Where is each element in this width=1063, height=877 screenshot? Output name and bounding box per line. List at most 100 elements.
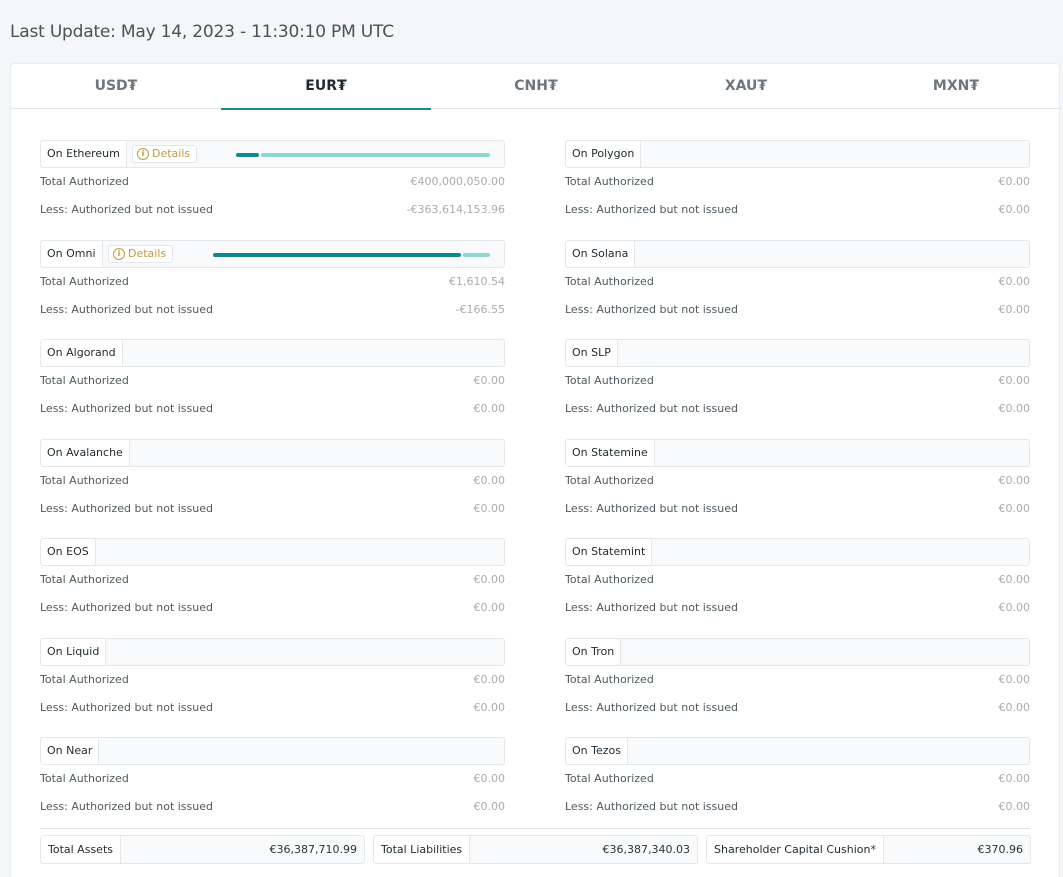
chain-header: On Tezos — [565, 737, 1030, 765]
row-value: €0.00 — [473, 473, 506, 487]
not-issued-row: Less: Authorized but not issued -€166.55 — [40, 302, 505, 318]
row-label: Total Authorized — [40, 175, 129, 188]
unissued-segment — [463, 252, 490, 257]
row-label: Total Authorized — [565, 573, 654, 586]
chain-name: On Liquid — [41, 638, 107, 665]
not-issued-row: Less: Authorized but not issued €0.00 — [565, 202, 1030, 218]
reserves-card: USD₮ EUR₮ CNH₮ XAU₮ MXN₮ On Ethereum i Det… — [10, 63, 1061, 877]
row-label: Total Authorized — [40, 374, 129, 387]
tab-eurt[interactable]: EUR₮ — [221, 64, 431, 110]
not-issued-row: Less: Authorized but not issued €0.00 — [565, 600, 1030, 616]
info-icon: i — [137, 148, 149, 160]
row-label: Less: Authorized but not issued — [40, 203, 213, 216]
chain-name: On Tron — [566, 638, 622, 665]
row-label: Total Authorized — [40, 473, 129, 487]
total-authorized-row: Total Authorized €0.00 — [565, 373, 1030, 389]
issued-segment — [213, 252, 462, 257]
total-authorized-row: Total Authorized €0.00 — [565, 771, 1030, 787]
not-issued-row: Less: Authorized but not issued €0.00 — [40, 700, 505, 716]
chain-block: On EOS Total Authorized €0.00 Less: Authori… — [40, 538, 505, 638]
not-issued-row: Less: Authorized but not issued €0.00 — [40, 501, 505, 517]
total-authorized-row: Total Authorized €0.00 — [40, 473, 505, 489]
row-value: €0.00 — [998, 501, 1031, 515]
chains-right-column: On Polygon Total Authorized €0.00 Less: Aut… — [565, 140, 1030, 837]
row-label: Less: Authorized but not issued — [40, 700, 213, 714]
total-liabilities-label: Total Liabilities — [374, 836, 471, 863]
issuance-progress-bar — [213, 252, 490, 257]
not-issued-row: Less: Authorized but not issued €0.00 — [40, 401, 505, 417]
chain-header: On Liquid — [40, 637, 505, 666]
chain-header: On Algorand — [40, 339, 505, 367]
row-label: Less: Authorized but not issued — [40, 402, 213, 415]
row-label: Total Authorized — [565, 772, 654, 785]
not-issued-row: Less: Authorized but not issued €0.00 — [565, 700, 1030, 716]
row-label: Total Authorized — [40, 672, 129, 686]
row-value: €0.00 — [473, 573, 506, 586]
row-label: Total Authorized — [565, 274, 654, 288]
tab-cnht[interactable]: CNH₮ — [431, 64, 641, 109]
chain-block: On Avalanche Total Authorized €0.00 Less: A… — [40, 438, 505, 539]
tab-mxnt[interactable]: MXN₮ — [851, 64, 1061, 109]
details-label: Details — [128, 246, 167, 260]
row-value: €0.00 — [998, 800, 1031, 813]
not-issued-row: Less: Authorized but not issued €0.00 — [565, 501, 1030, 517]
row-value: €0.00 — [998, 175, 1031, 188]
chain-name: On Statemine — [566, 439, 655, 466]
total-authorized-row: Total Authorized €0.00 — [40, 572, 505, 588]
chain-header: On EOS — [40, 538, 505, 566]
tab-xaut[interactable]: XAU₮ — [641, 64, 851, 109]
row-value: €0.00 — [998, 274, 1031, 288]
chain-name: On Avalanche — [41, 439, 130, 466]
row-label: Total Authorized — [565, 473, 654, 487]
chain-block: On Liquid Total Authorized €0.00 Less: Auth… — [40, 637, 505, 738]
row-label: Less: Authorized but not issued — [565, 501, 738, 515]
chain-header: On Statemint — [565, 538, 1030, 566]
total-authorized-row: Total Authorized €0.00 — [565, 473, 1030, 489]
row-label: Less: Authorized but not issued — [565, 402, 738, 415]
row-label: Less: Authorized but not issued — [565, 203, 738, 216]
not-issued-row: Less: Authorized but not issued €0.00 — [565, 799, 1030, 815]
chains-left-column: On Ethereum i Details Total Authorized €400,… — [40, 140, 505, 837]
chain-name: On Omni — [41, 240, 103, 267]
row-label: Less: Authorized but not issued — [40, 501, 213, 515]
chain-block: On Statemine Total Authorized €0.00 Less: A… — [565, 438, 1030, 539]
total-authorized-row: Total Authorized €0.00 — [565, 672, 1030, 688]
total-authorized-row: Total Authorized €1,610.54 — [40, 274, 505, 290]
row-value: €0.00 — [998, 573, 1031, 586]
row-value: €0.00 — [998, 700, 1031, 714]
chain-block: On Tron Total Authorized €0.00 Less: Author… — [565, 637, 1030, 738]
chain-block: On Near Total Authorized €0.00 Less: Author… — [40, 737, 505, 837]
row-value: €0.00 — [998, 203, 1031, 216]
row-value: €0.00 — [473, 772, 506, 785]
total-assets-label: Total Assets — [41, 836, 121, 863]
total-authorized-row: Total Authorized €0.00 — [565, 572, 1030, 588]
row-value: €1,610.54 — [449, 274, 505, 288]
row-value: €0.00 — [998, 601, 1031, 614]
total-assets-box: Total Assets €36,387,710.99 — [40, 835, 365, 864]
issued-segment — [236, 153, 260, 157]
total-authorized-row: Total Authorized €0.00 — [565, 274, 1030, 290]
tab-usdt[interactable]: USD₮ — [11, 64, 221, 109]
capital-cushion-label: Shareholder Capital Cushion* — [707, 836, 884, 863]
chain-block: On Solana Total Authorized €0.00 Less: Auth… — [565, 239, 1030, 340]
not-issued-row: Less: Authorized but not issued €0.00 — [565, 302, 1030, 318]
total-liabilities-box: Total Liabilities €36,387,340.03 — [373, 835, 698, 864]
row-label: Total Authorized — [565, 374, 654, 387]
row-value: €0.00 — [998, 402, 1031, 415]
chain-name: On SLP — [566, 340, 618, 366]
not-issued-row: Less: Authorized but not issued €0.00 — [40, 799, 505, 815]
total-authorized-row: Total Authorized €0.00 — [565, 174, 1030, 190]
row-value: €400,000,050.00 — [410, 175, 505, 188]
chain-name: On EOS — [41, 539, 96, 565]
chain-header: On Polygon — [565, 140, 1030, 168]
last-update-text: Last Update: May 14, 2023 - 11:30:10 PM … — [10, 22, 394, 42]
details-button[interactable]: i Details — [132, 145, 198, 163]
total-authorized-row: Total Authorized €0.00 — [40, 373, 505, 389]
row-label: Less: Authorized but not issued — [565, 601, 738, 614]
chain-name: On Statemint — [566, 539, 653, 565]
chain-name: On Ethereum — [41, 141, 127, 167]
row-label: Less: Authorized but not issued — [40, 302, 213, 316]
total-authorized-row: Total Authorized €0.00 — [40, 672, 505, 688]
details-button[interactable]: i Details — [108, 244, 174, 263]
chain-block: On Polygon Total Authorized €0.00 Less: Aut… — [565, 140, 1030, 240]
